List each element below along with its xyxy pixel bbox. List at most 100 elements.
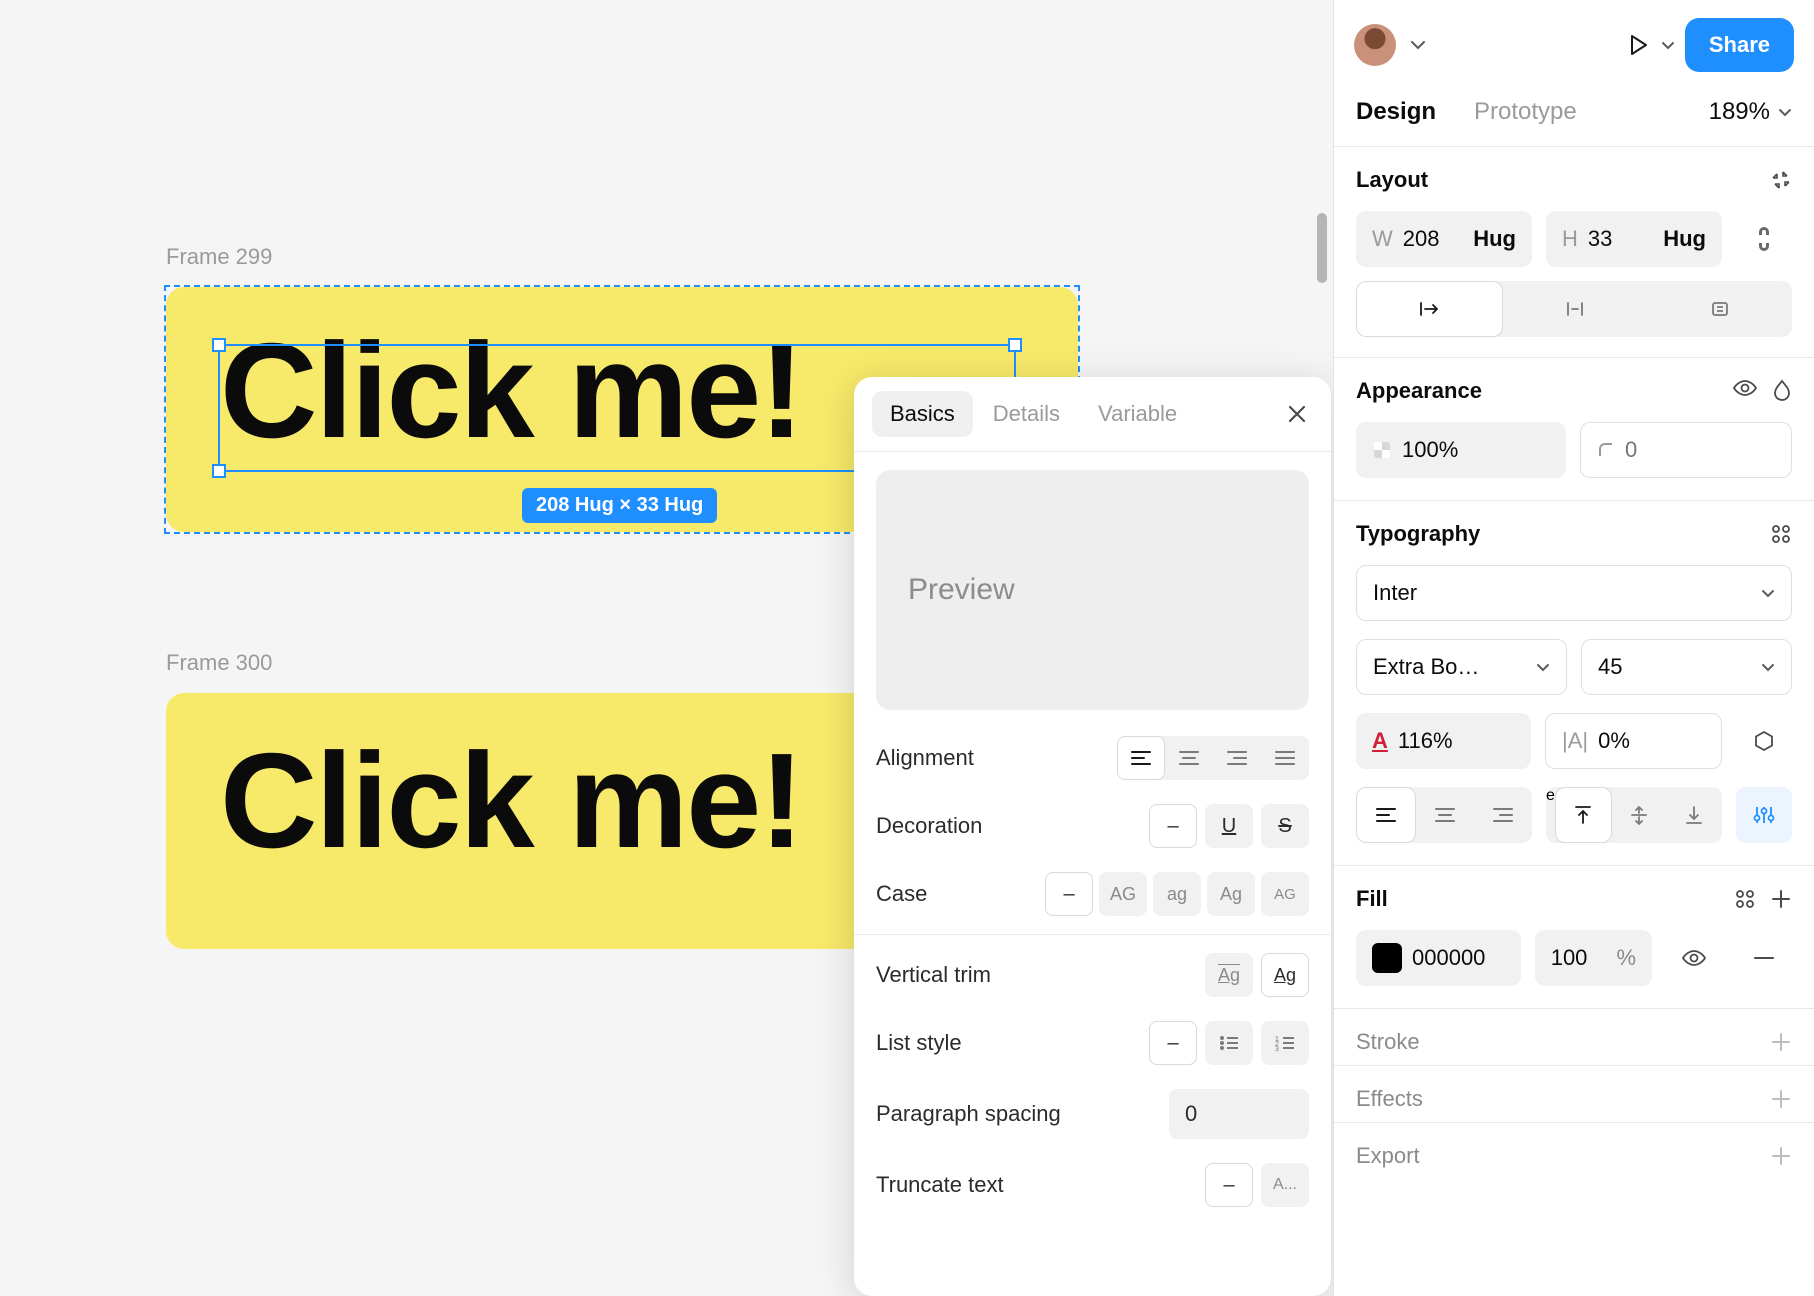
section-fill: Fill 000000 100 %	[1334, 866, 1814, 1009]
styles-icon[interactable]	[1734, 888, 1756, 910]
plus-icon[interactable]	[1770, 888, 1792, 910]
avatar[interactable]	[1354, 24, 1396, 66]
case-upper[interactable]: AG	[1099, 872, 1147, 916]
list-numbered-icon: 123	[1275, 1035, 1295, 1051]
frame-300-label[interactable]: Frame 300	[166, 650, 272, 676]
case-smallcaps[interactable]: AG	[1261, 872, 1309, 916]
vertical-align-middle[interactable]	[1612, 787, 1667, 843]
chevron-down-icon	[1536, 663, 1550, 672]
collapse-icon[interactable]	[1770, 169, 1792, 191]
resize-handle-nw[interactable]	[212, 338, 226, 352]
font-size-value: 45	[1598, 654, 1622, 680]
dimension-badge: 208 Hug × 33 Hug	[522, 488, 717, 523]
frame-299-label[interactable]: Frame 299	[166, 244, 272, 270]
vertical-align-top[interactable]	[1555, 787, 1612, 843]
eye-icon[interactable]	[1732, 379, 1758, 397]
styles-icon[interactable]	[1770, 523, 1792, 545]
strikethrough-icon: S	[1278, 815, 1291, 838]
font-weight-dropdown[interactable]: Extra Bo…	[1356, 639, 1567, 695]
tab-variable[interactable]: Variable	[1080, 391, 1195, 437]
scrollbar-thumb[interactable]	[1317, 213, 1327, 283]
case-lower[interactable]: ag	[1153, 872, 1201, 916]
close-icon	[1286, 403, 1308, 425]
corner-radius-field[interactable]	[1580, 422, 1792, 478]
text-align-right[interactable]	[1474, 787, 1532, 843]
vertical-align-bottom[interactable]	[1667, 787, 1722, 843]
line-height-field[interactable]: A 116%	[1356, 713, 1531, 769]
chevron-down-icon[interactable]	[1410, 40, 1426, 50]
zoom-dropdown[interactable]: 189%	[1709, 98, 1792, 126]
plus-icon[interactable]	[1770, 1145, 1792, 1167]
line-height-value: 116%	[1398, 728, 1453, 754]
vtrim-standard[interactable]: Ag	[1205, 953, 1253, 997]
section-appearance: Appearance 100%	[1334, 358, 1814, 501]
share-button[interactable]: Share	[1685, 18, 1794, 72]
link-icon	[1754, 225, 1774, 253]
list-bulleted[interactable]	[1205, 1021, 1253, 1065]
list-numbered[interactable]: 123	[1261, 1021, 1309, 1065]
play-icon[interactable]	[1625, 32, 1651, 58]
font-size-field[interactable]: 45	[1581, 639, 1792, 695]
corner-radius-input[interactable]	[1625, 437, 1689, 463]
height-mode[interactable]: Hug	[1663, 226, 1706, 252]
close-button[interactable]	[1281, 398, 1313, 430]
text-align-center[interactable]	[1416, 787, 1474, 843]
align-left[interactable]	[1117, 736, 1165, 780]
resize-hug-horizontal[interactable]	[1356, 281, 1503, 337]
row-list-style: List style – 123	[854, 1009, 1331, 1077]
tab-design[interactable]: Design	[1356, 98, 1436, 126]
underline-icon: U	[1222, 815, 1236, 838]
color-swatch[interactable]	[1372, 943, 1402, 973]
truncate-none[interactable]: –	[1205, 1163, 1253, 1207]
align-justify[interactable]	[1261, 736, 1309, 780]
opacity-field[interactable]: 100%	[1356, 422, 1566, 478]
decoration-strike[interactable]: S	[1261, 804, 1309, 848]
type-settings-button[interactable]	[1736, 787, 1792, 843]
letter-spacing-icon: |A|	[1562, 728, 1588, 754]
fill-alpha-field[interactable]: 100 %	[1535, 930, 1652, 986]
truncate-end[interactable]: A...	[1261, 1163, 1309, 1207]
section-typography: Typography Inter Extra Bo… 45 A	[1334, 501, 1814, 866]
resize-handle-ne[interactable]	[1008, 338, 1022, 352]
aspect-lock-button[interactable]	[1736, 211, 1792, 267]
align-center[interactable]	[1165, 736, 1213, 780]
height-field[interactable]: H 33 Hug	[1546, 211, 1722, 267]
fill-hex: 000000	[1412, 945, 1485, 971]
fill-visibility-toggle[interactable]	[1666, 930, 1722, 986]
width-mode[interactable]: Hug	[1473, 226, 1516, 252]
list-none[interactable]: –	[1149, 1021, 1197, 1065]
resize-fill[interactable]	[1647, 281, 1792, 337]
variable-binding-button[interactable]	[1736, 713, 1792, 769]
paragraph-spacing-input[interactable]: 0	[1169, 1089, 1309, 1139]
fill-color-field[interactable]: 000000	[1356, 930, 1521, 986]
align-right-icon	[1227, 750, 1247, 766]
tab-prototype[interactable]: Prototype	[1474, 98, 1577, 126]
case-title[interactable]: Ag	[1207, 872, 1255, 916]
align-bottom-icon	[1685, 805, 1703, 825]
tab-details[interactable]: Details	[975, 391, 1078, 437]
row-case: Case – AG ag Ag AG	[854, 860, 1331, 928]
blend-mode-icon[interactable]	[1772, 379, 1792, 403]
case-none[interactable]: –	[1045, 872, 1093, 916]
resize-fixed[interactable]	[1503, 281, 1648, 337]
width-field[interactable]: W 208 Hug	[1356, 211, 1532, 267]
opacity-icon	[1372, 440, 1392, 460]
chevron-down-icon	[1761, 663, 1775, 672]
letter-spacing-field[interactable]: |A| 0%	[1545, 713, 1722, 769]
align-left-icon	[1131, 750, 1151, 766]
decoration-none[interactable]: –	[1149, 804, 1197, 848]
fill-remove-button[interactable]	[1736, 930, 1792, 986]
align-right[interactable]	[1213, 736, 1261, 780]
chevron-down-icon[interactable]	[1661, 41, 1675, 50]
fill-title: Fill	[1356, 886, 1388, 912]
inspector-panel: Share Design Prototype 189% Layout W 208…	[1333, 0, 1814, 1296]
decoration-underline[interactable]: U	[1205, 804, 1253, 848]
row-decoration: Decoration – U S	[854, 792, 1331, 860]
plus-icon[interactable]	[1770, 1088, 1792, 1110]
text-align-left[interactable]	[1356, 787, 1416, 843]
tab-basics[interactable]: Basics	[872, 391, 973, 437]
resize-handle-sw[interactable]	[212, 464, 226, 478]
vtrim-cap[interactable]: Ag	[1261, 953, 1309, 997]
plus-icon[interactable]	[1770, 1031, 1792, 1053]
font-family-dropdown[interactable]: Inter	[1356, 565, 1792, 621]
